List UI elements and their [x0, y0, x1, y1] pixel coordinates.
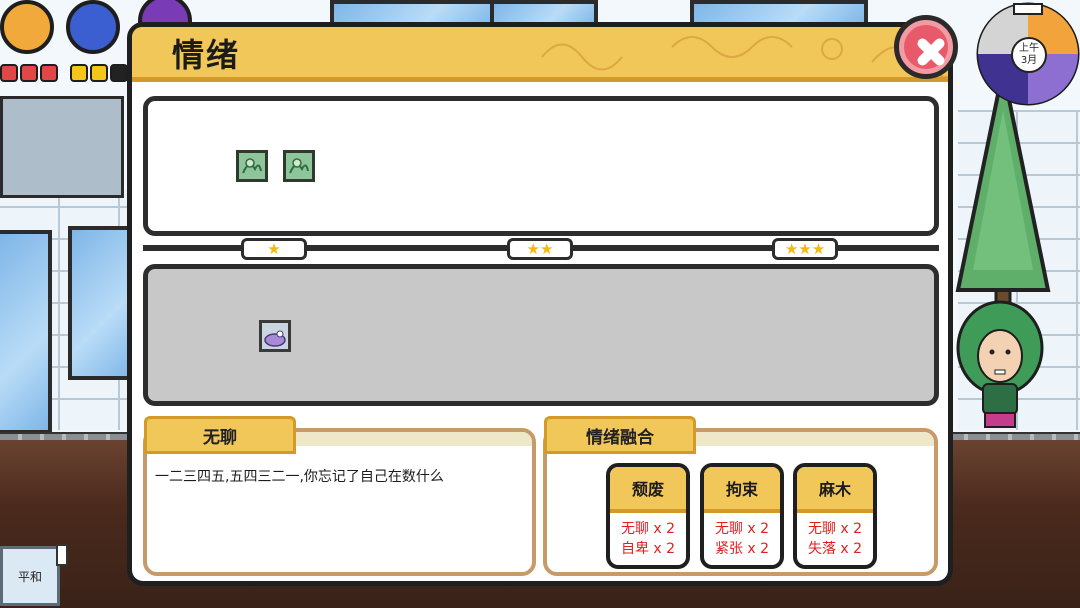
recipe-name: 拘束: [704, 467, 780, 513]
green-emotion-card-icon[interactable]: [283, 150, 315, 182]
heart-icon: [20, 64, 38, 82]
recipe-requirement: 无聊 x 2: [714, 521, 770, 537]
star-icon: [90, 64, 108, 82]
fusion-recipe-card[interactable]: 颓废 无聊 x 2 自卑 x 2: [606, 463, 690, 569]
mood-status-indicator[interactable]: 平和: [0, 546, 60, 606]
star-icon: [70, 64, 88, 82]
heart-icon: [40, 64, 58, 82]
window: [0, 230, 52, 434]
recipe-requirement: 无聊 x 2: [807, 521, 863, 537]
flag-icon: [56, 544, 68, 566]
mood-label: 平和: [17, 569, 42, 584]
window: [68, 226, 136, 380]
wall-panel: [0, 96, 124, 198]
heart-icon: [0, 64, 18, 82]
selected-emotion-name: 无聊: [144, 416, 296, 454]
recipe-requirement: 紧张 x 2: [714, 541, 770, 557]
fusion-title: 情绪融合: [544, 416, 696, 454]
green-emotion-card-icon[interactable]: [236, 150, 268, 182]
fusion-recipe-card[interactable]: 麻木 无聊 x 2 失落 x 2: [793, 463, 877, 569]
recipe-name: 颓废: [610, 467, 686, 513]
green-hair-character-icon: [956, 300, 1044, 428]
close-button[interactable]: [894, 15, 958, 79]
clock-period: 上午: [1019, 43, 1039, 54]
dialog-title: 情绪: [172, 36, 241, 74]
clock-time-display: 上午 3月: [1011, 37, 1047, 73]
character-portrait-icon[interactable]: [0, 0, 54, 54]
tier-3-star-tab[interactable]: ★★★: [772, 238, 838, 260]
tier-2-star-tab[interactable]: ★★: [507, 238, 573, 260]
close-x-icon: [904, 25, 948, 69]
recipe-name: 麻木: [797, 467, 873, 513]
dialog-header-bar: [132, 27, 948, 82]
recipe-requirement: 失落 x 2: [807, 541, 863, 557]
status-badges: [0, 64, 58, 86]
purple-blob-card-icon[interactable]: [259, 320, 291, 352]
fusion-recipe-card[interactable]: 拘束 无聊 x 2 紧张 x 2: [700, 463, 784, 569]
status-badges: [70, 64, 128, 86]
tier-1-star-tab[interactable]: ★: [241, 238, 307, 260]
clock-month: 3月: [1020, 55, 1038, 66]
character-portrait-icon[interactable]: [66, 0, 120, 54]
recipe-requirement: 自卑 x 2: [620, 541, 676, 557]
emotion-description: 一二三四五,五四三二一,你忘记了自己在数什么: [155, 469, 444, 485]
dark-badge-icon: [110, 64, 128, 82]
header-decoration: [541, 36, 948, 77]
recipe-requirement: 无聊 x 2: [620, 521, 676, 537]
